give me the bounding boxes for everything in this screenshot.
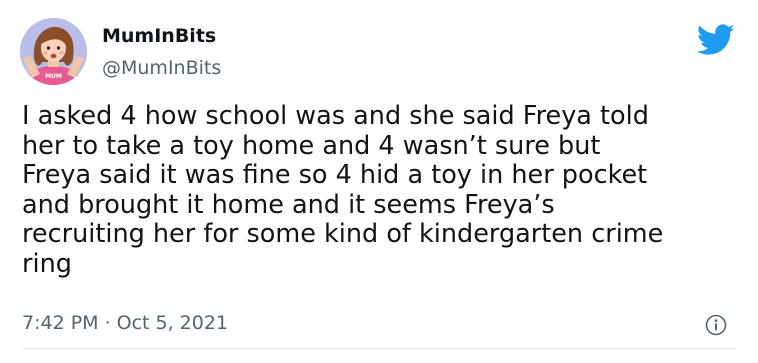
tweet-date[interactable]: Oct 5, 2021 <box>117 312 228 334</box>
timestamp-separator: · <box>104 312 111 334</box>
divider <box>22 348 736 349</box>
twitter-bird-svg <box>696 24 735 55</box>
author-handle[interactable]: @MumInBits <box>102 56 221 80</box>
tweet-timestamp[interactable]: 7:42 PM · Oct 5, 2021 <box>22 311 228 335</box>
info-icon-svg <box>705 314 727 336</box>
cartoon-woman-avatar-icon: MUM <box>20 18 87 85</box>
author-avatar[interactable]: MUM <box>20 18 87 85</box>
twitter-bird-icon[interactable] <box>696 24 735 56</box>
author-display-name[interactable]: MumInBits <box>102 24 216 48</box>
tweet-card: MUM MumInBits @MumInBits I asked 4 how s… <box>0 0 758 363</box>
tweet-text: I asked 4 how school was and she said Fr… <box>22 101 664 279</box>
avatar-shirt-text: MUM <box>45 73 62 80</box>
info-circle-icon[interactable] <box>705 314 727 336</box>
tweet-time[interactable]: 7:42 PM <box>22 312 99 334</box>
